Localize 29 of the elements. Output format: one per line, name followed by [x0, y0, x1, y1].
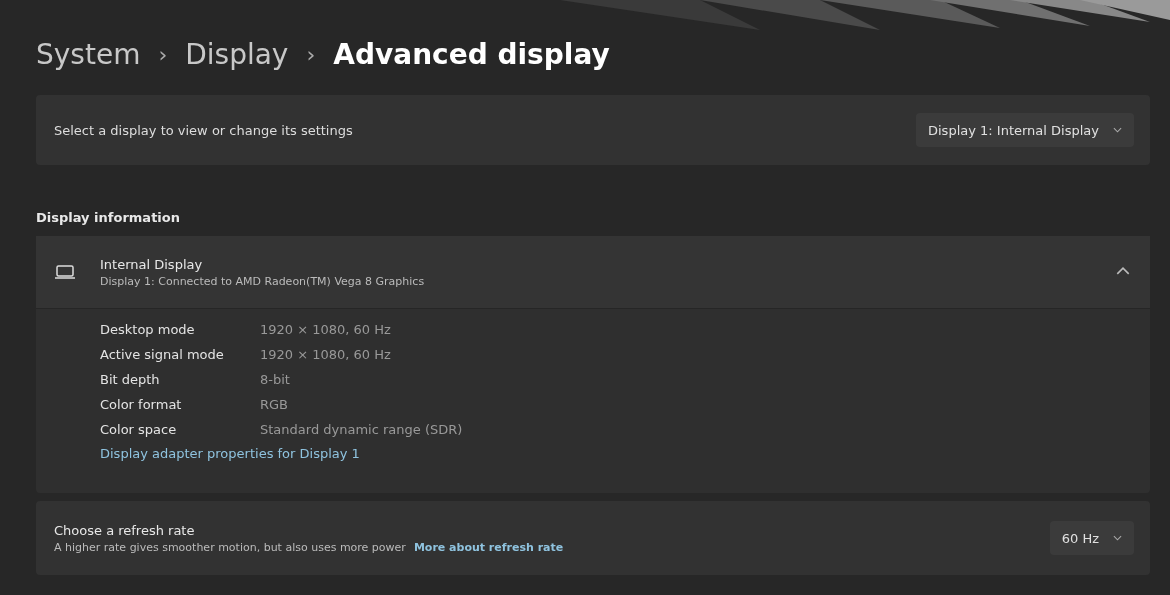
breadcrumb-item: Advanced display: [333, 37, 610, 71]
setting-description: A higher rate gives smoother motion, but also uses more power: [54, 540, 406, 554]
setting-label: Choose a refresh rate: [54, 522, 196, 538]
chevron-down-icon: [1113, 127, 1122, 133]
info-value: 1920 × 1080, 60 Hz: [260, 322, 392, 337]
display-connection: Display 1: Connected to AMD Radeon(TM) Vega 8 Graphics: [100, 274, 426, 288]
setting-label: Select a display to view or change its settings: [54, 122, 353, 138]
breadcrumb-item[interactable]: Display: [185, 37, 289, 71]
info-label: Color space: [100, 422, 178, 437]
breadcrumb-separator: ›: [158, 41, 168, 67]
section-title: Display information: [36, 210, 181, 225]
laptop-icon: [54, 264, 76, 280]
info-label: Color format: [100, 397, 183, 412]
info-label: Active signal mode: [100, 347, 225, 362]
breadcrumb-item[interactable]: System: [36, 37, 141, 71]
info-value: Standard dynamic range (SDR): [260, 422, 464, 437]
info-value: 1920 × 1080, 60 Hz: [260, 347, 392, 362]
info-label: Bit depth: [100, 372, 161, 387]
display-dropdown[interactable]: Display 1: Internal Display: [916, 113, 1134, 147]
collapse-toggle[interactable]: [1116, 267, 1130, 277]
info-value: 8-bit: [260, 372, 291, 387]
chevron-down-icon: [1113, 535, 1122, 541]
info-value: RGB: [260, 397, 290, 412]
adapter-properties-link[interactable]: Display adapter properties for Display 1: [100, 446, 1150, 461]
display-name: Internal Display: [100, 256, 204, 272]
refresh-rate-dropdown[interactable]: 60 Hz: [1049, 521, 1134, 555]
breadcrumb-separator: ›: [306, 41, 316, 67]
info-label: Desktop mode: [100, 322, 196, 337]
refresh-rate-link[interactable]: More about refresh rate: [413, 540, 564, 554]
